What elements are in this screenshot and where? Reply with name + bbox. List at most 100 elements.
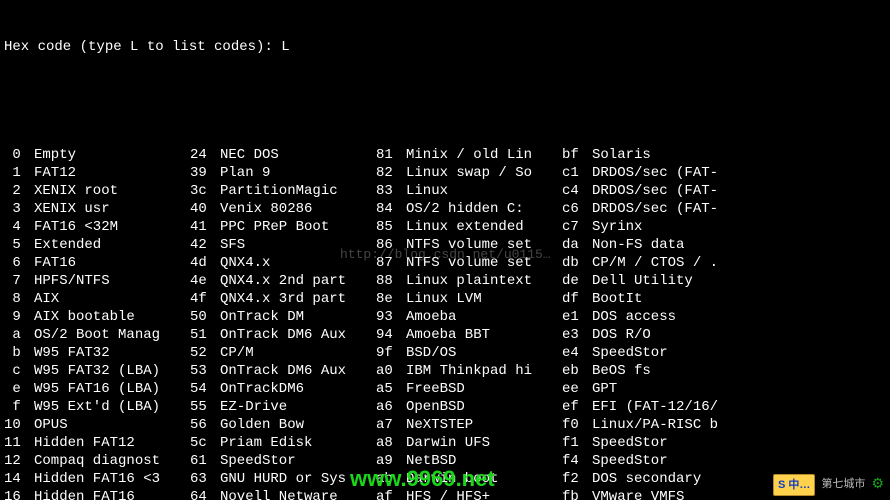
name: FAT16 (34, 254, 190, 272)
code: 42 (190, 236, 220, 254)
code: 63 (190, 470, 220, 488)
name: GNU HURD or Sys (220, 470, 376, 488)
code: c1 (562, 164, 592, 182)
name: EFI (FAT-12/16/ (592, 398, 752, 416)
name: OnTrack DM6 Aux (220, 362, 376, 380)
name: FAT12 (34, 164, 190, 182)
name: BeOS fs (592, 362, 752, 380)
gear-icon: ⚙ (871, 476, 884, 494)
code: ee (562, 380, 592, 398)
name: OS/2 Boot Manag (34, 326, 190, 344)
code: 50 (190, 308, 220, 326)
code: 51 (190, 326, 220, 344)
code: a8 (376, 434, 406, 452)
code: 3 (4, 200, 34, 218)
code: eb (562, 362, 592, 380)
code: 61 (190, 452, 220, 470)
code: 4 (4, 218, 34, 236)
code: 64 (190, 488, 220, 500)
code: f4 (562, 452, 592, 470)
name: AIX (34, 290, 190, 308)
name: Minix / old Lin (406, 146, 562, 164)
table-row: bW95 FAT3252CP/M9fBSD/OSe4SpeedStor (4, 344, 886, 362)
name: Linux swap / So (406, 164, 562, 182)
code: da (562, 236, 592, 254)
name: SpeedStor (592, 344, 752, 362)
code: 2 (4, 182, 34, 200)
table-row: 4FAT16 <32M41PPC PReP Boot85Linux extend… (4, 218, 886, 236)
name: Hidden FAT16 (34, 488, 190, 500)
name: Darwin boot (406, 470, 562, 488)
name: Venix 80286 (220, 200, 376, 218)
name: Hidden FAT12 (34, 434, 190, 452)
table-row: 11Hidden FAT125cPriam Ediska8Darwin UFSf… (4, 434, 886, 452)
name: SpeedStor (592, 434, 752, 452)
partition-type-table: 0Empty24NEC DOS81Minix / old LinbfSolari… (4, 146, 886, 500)
name: OS/2 hidden C: (406, 200, 562, 218)
code: c7 (562, 218, 592, 236)
name: DOS secondary (592, 470, 752, 488)
table-row: 14Hidden FAT16 <363GNU HURD or SysabDarw… (4, 470, 886, 488)
footer: S 中… 第七城市 ⚙ (773, 474, 884, 496)
code: a7 (376, 416, 406, 434)
code: 4d (190, 254, 220, 272)
code: 9f (376, 344, 406, 362)
name: Amoeba (406, 308, 562, 326)
name: Plan 9 (220, 164, 376, 182)
code: 9 (4, 308, 34, 326)
code: af (376, 488, 406, 500)
name: DOS R/O (592, 326, 752, 344)
name: NEC DOS (220, 146, 376, 164)
code: 81 (376, 146, 406, 164)
code: 11 (4, 434, 34, 452)
name: HFS / HFS+ (406, 488, 562, 500)
code: db (562, 254, 592, 272)
name: BootIt (592, 290, 752, 308)
name: OPUS (34, 416, 190, 434)
name: W95 Ext'd (LBA) (34, 398, 190, 416)
name: OnTrackDM6 (220, 380, 376, 398)
name: DRDOS/sec (FAT- (592, 200, 752, 218)
name: Priam Edisk (220, 434, 376, 452)
name: XENIX usr (34, 200, 190, 218)
code: a5 (376, 380, 406, 398)
code: 52 (190, 344, 220, 362)
code: 1 (4, 164, 34, 182)
table-row: 10OPUS56Golden Bowa7NeXTSTEPf0Linux/PA-R… (4, 416, 886, 434)
code: a6 (376, 398, 406, 416)
table-row: 5Extended42SFS86NTFS volume setdaNon-FS … (4, 236, 886, 254)
code: 41 (190, 218, 220, 236)
code: de (562, 272, 592, 290)
code: a (4, 326, 34, 344)
table-row: 9AIX bootable50OnTrack DM93Amoebae1DOS a… (4, 308, 886, 326)
code: 8e (376, 290, 406, 308)
code: 24 (190, 146, 220, 164)
code: f (4, 398, 34, 416)
code: 10 (4, 416, 34, 434)
table-row: 6FAT164dQNX4.x87NTFS volume setdbCP/M / … (4, 254, 886, 272)
terminal-output: Hex code (type L to list codes): L 0Empt… (0, 0, 890, 500)
code: 40 (190, 200, 220, 218)
name: BSD/OS (406, 344, 562, 362)
name: SFS (220, 236, 376, 254)
name: AIX bootable (34, 308, 190, 326)
code: 54 (190, 380, 220, 398)
name: Dell Utility (592, 272, 752, 290)
table-row: 2XENIX root3cPartitionMagic83Linuxc4DRDO… (4, 182, 886, 200)
code: fb (562, 488, 592, 500)
code: 7 (4, 272, 34, 290)
name: Amoeba BBT (406, 326, 562, 344)
code: 94 (376, 326, 406, 344)
name: NTFS volume set (406, 236, 562, 254)
table-row: fW95 Ext'd (LBA)55EZ-Drivea6OpenBSDefEFI… (4, 398, 886, 416)
code: f0 (562, 416, 592, 434)
code: c (4, 362, 34, 380)
name: Novell Netware (220, 488, 376, 500)
name: DOS access (592, 308, 752, 326)
code: 87 (376, 254, 406, 272)
code: c6 (562, 200, 592, 218)
name: Linux/PA-RISC b (592, 416, 752, 434)
code: 83 (376, 182, 406, 200)
name: XENIX root (34, 182, 190, 200)
table-row: 1FAT1239Plan 982Linux swap / Soc1DRDOS/s… (4, 164, 886, 182)
